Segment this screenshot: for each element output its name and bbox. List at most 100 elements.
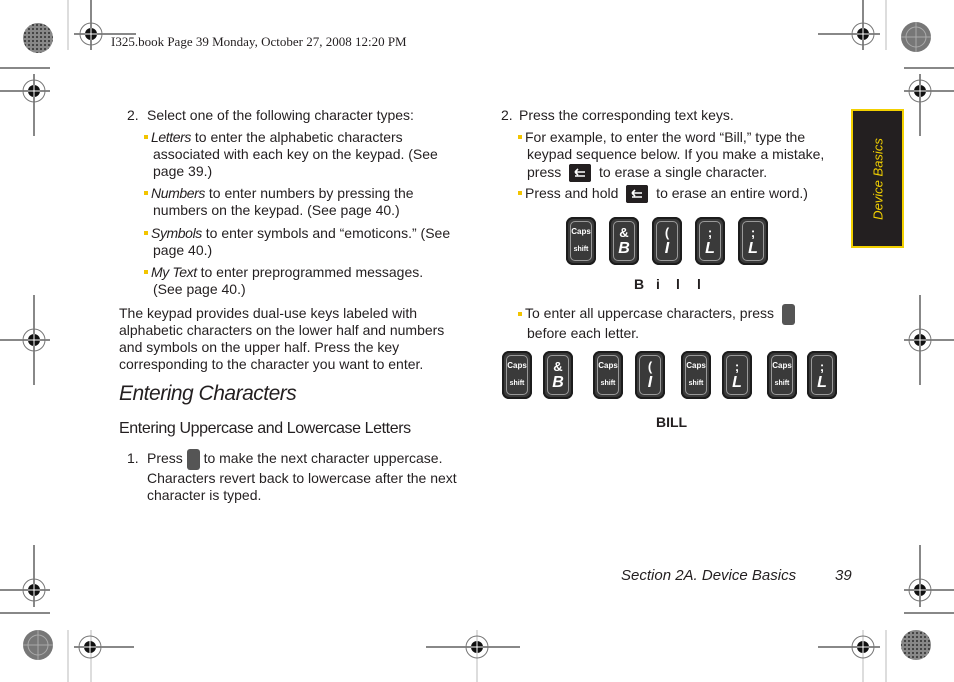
bullet-symbols: Symbols to enter symbols and “emoticons.… bbox=[144, 225, 474, 259]
bullet-text: (See page 40.) bbox=[153, 281, 246, 297]
back-key-icon bbox=[626, 185, 648, 203]
bullet-text: before each letter. bbox=[527, 325, 640, 341]
key-sequence-bill: Caps shift & B (I ; L ; L bbox=[566, 217, 776, 269]
bullet-text: press bbox=[527, 164, 562, 180]
term: Symbols bbox=[151, 225, 202, 241]
b-key-icon: & B bbox=[543, 351, 573, 399]
step-text: Press the corresponding text keys. bbox=[519, 107, 734, 123]
key-top-label: ( bbox=[664, 225, 670, 240]
key-top-label: ; bbox=[707, 225, 713, 240]
l-key-icon: ; L bbox=[738, 217, 768, 265]
paragraph-line: The keypad provides dual-use keys labele… bbox=[119, 305, 418, 321]
bullet-all-uppercase: To enter all uppercase characters, press… bbox=[518, 304, 848, 342]
step-number: 1. bbox=[127, 450, 139, 467]
bullet-text: keypad sequence below. If you make a mis… bbox=[527, 146, 825, 162]
section-side-tab: Device Basics bbox=[851, 109, 904, 248]
caps-shift-key-icon bbox=[186, 449, 200, 470]
key-top-label: & bbox=[619, 225, 629, 240]
term: Letters bbox=[151, 129, 191, 145]
color-target-icon bbox=[23, 23, 53, 53]
key-bottom-label: shift bbox=[573, 246, 589, 253]
bullet-example-bill: For example, to enter the word “Bill,” t… bbox=[518, 129, 848, 183]
step-text: character is typed. bbox=[147, 487, 262, 503]
caption-letter: i bbox=[656, 276, 660, 292]
bullet-text: to enter numbers by pressing the bbox=[205, 185, 414, 201]
bullet-text: page 39.) bbox=[153, 163, 213, 179]
key-bottom-label: L bbox=[705, 240, 715, 257]
caps-shift-key-icon: Caps shift bbox=[502, 351, 532, 399]
key-bottom-label: B bbox=[552, 374, 564, 391]
key-top-label: Caps bbox=[686, 361, 706, 370]
caps-shift-key-icon: Caps shift bbox=[566, 217, 596, 265]
bullet-text: numbers on the keypad. (See page 40.) bbox=[153, 202, 400, 218]
bullet-icon bbox=[144, 135, 148, 140]
print-header: I325.book Page 39 Monday, October 27, 20… bbox=[111, 34, 407, 49]
paragraph-line: corresponding to the character you want … bbox=[119, 356, 424, 372]
bullet-text: Press and hold bbox=[525, 185, 619, 201]
key-bottom-label: L bbox=[817, 374, 827, 391]
caps-shift-key-icon: Caps shift bbox=[767, 351, 797, 399]
step-2-select-types: 2. Select one of the following character … bbox=[127, 107, 472, 124]
step-1-press-caps: 1. Press to make the next character upper… bbox=[127, 449, 472, 504]
caption-letter: B bbox=[634, 276, 645, 292]
caption-bill: BILL bbox=[656, 414, 688, 430]
l-key-icon: ; L bbox=[695, 217, 725, 265]
back-key-icon bbox=[569, 164, 591, 182]
key-sequence-uppercase-bill: Caps shift & B Caps shift (I Caps shift ; L C… bbox=[502, 351, 837, 403]
bullet-text: To enter all uppercase characters, press bbox=[525, 305, 775, 322]
page-number: 39 bbox=[835, 567, 852, 584]
bullet-letters: Letters to enter the alphabetic characte… bbox=[144, 129, 474, 180]
step-number: 2. bbox=[127, 107, 139, 123]
keypad-paragraph: The keypad provides dual-use keys labele… bbox=[119, 305, 479, 373]
key-bottom-label: shift bbox=[774, 380, 790, 387]
i-key-icon: (I bbox=[652, 217, 682, 265]
bullet-text: to enter preprogrammed messages. bbox=[196, 264, 424, 280]
bullet-press-hold: Press and hold to erase an entire word.) bbox=[518, 185, 848, 204]
bullet-icon bbox=[518, 135, 522, 140]
bullet-icon bbox=[144, 231, 148, 236]
bullet-icon bbox=[518, 191, 522, 196]
step-text: Characters revert back to lowercase afte… bbox=[147, 470, 457, 486]
key-top-label: ; bbox=[819, 359, 825, 374]
caption-letter: l bbox=[676, 276, 680, 292]
footer-section-title: Section 2A. Device Basics bbox=[621, 567, 797, 584]
step-text: Select one of the following character ty… bbox=[147, 107, 414, 123]
b-key-icon: & B bbox=[609, 217, 639, 265]
bullet-text: associated with each key on the keypad. … bbox=[153, 146, 438, 162]
bullet-text: For example, to enter the word “Bill,” t… bbox=[525, 129, 806, 145]
key-bottom-label: L bbox=[732, 374, 742, 391]
key-bottom-label: shift bbox=[688, 380, 704, 387]
key-top-label: Caps bbox=[507, 361, 527, 370]
term: My Text bbox=[151, 264, 197, 280]
step-text: Press bbox=[147, 450, 183, 467]
bullet-text: page 40.) bbox=[153, 242, 213, 258]
bullet-text: to erase a single character. bbox=[595, 164, 768, 180]
side-tab-label: Device Basics bbox=[870, 137, 885, 220]
i-key-icon: (I bbox=[635, 351, 665, 399]
bullet-text: to erase an entire word.) bbox=[652, 185, 808, 201]
key-bottom-label: B bbox=[618, 240, 630, 257]
key-bottom-label: L bbox=[748, 240, 758, 257]
section-heading: Entering Characters bbox=[119, 382, 297, 405]
color-target-icon bbox=[901, 22, 931, 52]
key-top-label: ( bbox=[647, 359, 653, 374]
caption-letter: l bbox=[697, 276, 701, 292]
color-target-icon bbox=[901, 630, 931, 660]
key-top-label: ; bbox=[734, 359, 740, 374]
bullet-numbers: Numbers to enter numbers by pressing the… bbox=[144, 185, 474, 219]
key-top-label: ; bbox=[750, 225, 756, 240]
l-key-icon: ; L bbox=[807, 351, 837, 399]
paragraph-line: alphabetic characters on the lower half … bbox=[119, 322, 445, 338]
bullet-icon bbox=[144, 270, 148, 275]
caps-shift-key-icon: Caps shift bbox=[593, 351, 623, 399]
paragraph-line: and symbols on the upper half. Press the… bbox=[119, 339, 400, 355]
key-bottom-label: I bbox=[647, 374, 653, 391]
bullet-my-text: My Text to enter preprogrammed messages.… bbox=[144, 264, 474, 298]
subsection-heading: Entering Uppercase and Lowercase Letters bbox=[119, 420, 411, 437]
key-top-label: & bbox=[553, 359, 563, 374]
step-text: to make the next character uppercase. bbox=[199, 450, 443, 467]
key-top-label: Caps bbox=[772, 361, 792, 370]
term: Numbers bbox=[151, 185, 205, 201]
caps-shift-key-icon bbox=[781, 304, 795, 325]
key-top-label: Caps bbox=[598, 361, 618, 370]
